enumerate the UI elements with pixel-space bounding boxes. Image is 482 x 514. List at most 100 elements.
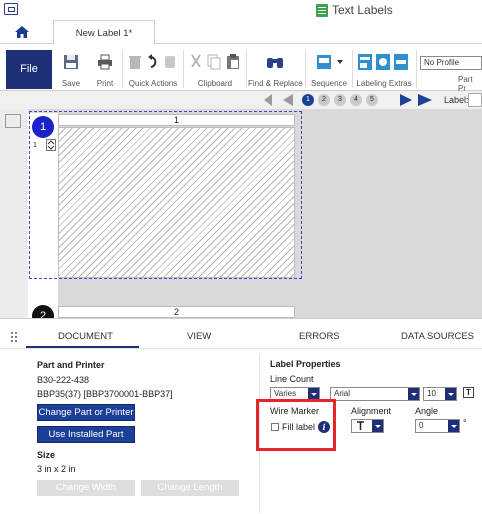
label-badge-1[interactable]: 1 [32,116,54,138]
app-icon[interactable] [4,3,18,15]
angle-label: Angle [415,406,439,416]
change-length-button[interactable]: Change Length [141,480,239,496]
window-title-text: Text Labels [332,3,393,17]
undo-icon[interactable] [147,54,159,70]
ribbon: File Save Print Quick Actions Clipboard … [0,44,482,93]
angle-select[interactable]: 0 [415,419,460,433]
chevron-down-icon [445,388,456,400]
save-icon [64,55,78,69]
wire-marker-label: Wire Marker [270,406,319,416]
line-count-label: Line Count [270,374,314,384]
page-button-1[interactable]: 1 [302,94,314,106]
page-button-4[interactable]: 4 [350,94,362,106]
cut-icon[interactable] [189,54,203,70]
copy-icon[interactable] [207,54,221,70]
font-value: Arial [334,389,351,398]
label-number-label: Label: [444,95,469,105]
label-canvas: 1 1 1 2 2 [0,109,482,318]
part-heading: Part and Printer [37,360,105,370]
sequence-icon [317,55,331,69]
angle-value: 0 [419,421,424,430]
change-part-button[interactable]: Change Part or Printer [37,404,135,421]
labeling-extras-group: Labeling Extras [354,48,414,90]
labeling-extras-label: Labeling Extras [356,79,412,88]
ribbon-separator [122,50,123,88]
text-format-icon[interactable]: T [463,387,474,398]
ribbon-separator [305,50,306,88]
print-button[interactable]: Print [91,48,119,90]
window-title: Text Labels [316,3,393,17]
fill-label-checkbox[interactable] [271,423,279,431]
label-extra-icon-3[interactable] [394,54,408,70]
ribbon-separator [416,50,417,88]
chevron-down-icon [372,420,383,432]
last-page-icon[interactable] [418,94,432,106]
font-size-select[interactable]: 10 [423,387,457,401]
drag-handle-icon[interactable] [10,331,18,343]
fill-label-text: Fill label [282,422,316,432]
tab-data-sources[interactable]: DATA SOURCES [401,331,474,342]
home-tab[interactable] [0,20,44,44]
info-icon[interactable]: i [318,421,330,433]
binoculars-icon [267,58,283,68]
label-selection-outline [29,111,302,279]
label-list-icon[interactable] [5,114,21,128]
font-select[interactable]: Arial [330,387,420,401]
size-heading: Size [37,450,56,460]
font-size-value: 10 [427,389,436,398]
page-navigator: 1 2 3 4 5 Label: [0,91,482,109]
label-properties-heading: Label Properties [270,359,341,369]
save-label: Save [61,79,81,88]
tab-document[interactable]: DOCUMENT [58,331,113,342]
tabs-divider [0,348,482,349]
label-ruler-2: 2 [58,306,295,318]
title-bar: Text Labels [0,0,482,20]
text-align-icon [357,421,364,430]
page-button-5[interactable]: 5 [366,94,378,106]
properties-panel: DOCUMENT VIEW ERRORS DATA SOURCES Part a… [0,318,482,514]
find-replace-label: Find & Replace [248,79,303,88]
next-page-icon[interactable] [400,94,412,106]
label-extra-icon-2[interactable] [376,54,390,70]
quick-actions-label: Quick Actions [128,79,178,88]
tab-errors[interactable]: ERRORS [299,331,340,342]
delete-icon[interactable] [128,54,142,70]
home-icon [15,26,29,38]
page-button-2[interactable]: 2 [318,94,330,106]
angle-unit: ° [463,418,467,428]
sequence-button[interactable]: Sequence [308,48,350,90]
stepper-arrows-icon [47,140,55,150]
find-replace-button[interactable]: Find & Replace [248,48,303,90]
first-page-icon[interactable] [264,94,272,106]
ribbon-separator [183,50,184,88]
change-width-button[interactable]: Change Width [37,480,135,496]
tab-row: New Label 1* [0,20,482,45]
redo-icon[interactable] [163,54,177,70]
line-count-value: Varies [274,389,297,398]
label-extra-icon-1[interactable] [358,54,372,70]
sequence-label: Sequence [310,79,348,88]
tab-new-label[interactable]: New Label 1* [53,20,155,45]
size-value: 3 in x 2 in [37,464,76,474]
ribbon-separator [246,50,247,88]
chevron-down-icon [448,420,459,432]
paste-icon[interactable] [226,54,240,70]
file-button[interactable]: File [6,50,52,89]
previous-page-icon[interactable] [283,94,293,106]
part-number: B30-222-438 [37,375,90,385]
label-number-input[interactable] [468,93,482,107]
quick-actions-group: Quick Actions [125,48,181,90]
profile-select[interactable]: No Profile [420,56,482,70]
save-button[interactable]: Save [58,48,84,90]
tab-view[interactable]: VIEW [187,331,211,342]
use-installed-part-button[interactable]: Use Installed Part [37,426,135,443]
page-button-3[interactable]: 3 [334,94,346,106]
text-label-icon [316,3,328,17]
quantity-stepper[interactable] [46,139,56,151]
clipboard-label: Clipboard [197,79,233,88]
print-label: Print [96,79,114,88]
clipboard-group: Clipboard [186,48,244,90]
alignment-select[interactable] [351,419,384,433]
part-range: BBP35(37) [BBP3700001-BBP37] [37,389,173,399]
alignment-label: Alignment [351,406,392,416]
